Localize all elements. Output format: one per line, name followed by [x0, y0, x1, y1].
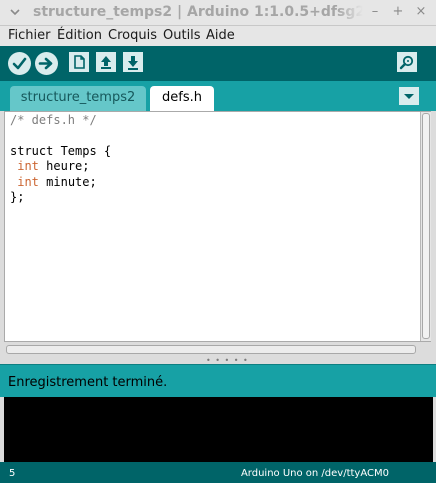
- horizontal-scrollbar[interactable]: [4, 343, 431, 356]
- maximize-button[interactable]: +: [389, 3, 407, 21]
- code-area: /* defs.h */ struct Temps { int heure; i…: [10, 113, 111, 205]
- code-line-3: struct Temps {: [10, 143, 112, 158]
- verify-icon: [12, 57, 27, 70]
- status-bar: Enregistrement terminé.: [0, 364, 436, 397]
- save-button[interactable]: [123, 52, 143, 72]
- new-button[interactable]: [69, 52, 89, 72]
- new-icon: [74, 55, 85, 69]
- split-divider[interactable]: • • • • •: [0, 356, 436, 365]
- window-menu-icon[interactable]: [6, 3, 24, 21]
- tab-menu-button[interactable]: [399, 87, 419, 105]
- vertical-scrollbar[interactable]: [420, 112, 431, 341]
- menu-bar: Fichier Édition Croquis Outils Aide: [0, 26, 436, 46]
- line-number: 5: [9, 468, 16, 479]
- open-icon: [101, 56, 111, 69]
- save-icon: [128, 56, 138, 70]
- code-line-5: minute;: [38, 174, 97, 189]
- code-line-6: };: [10, 190, 25, 205]
- horizontal-scroll-thumb[interactable]: [6, 345, 416, 354]
- close-button[interactable]: ×: [412, 3, 430, 21]
- board-info: Arduino Uno on /dev/ttyACM0: [240, 468, 389, 479]
- upload-button[interactable]: [35, 52, 58, 75]
- menu-croquis[interactable]: Croquis: [108, 28, 157, 43]
- toolbar: [0, 46, 436, 81]
- vertical-scroll-thumb[interactable]: [422, 113, 430, 339]
- tab-defs-h[interactable]: defs.h: [150, 86, 214, 111]
- upload-icon: [38, 57, 53, 70]
- tab-structure-temps2[interactable]: structure_temps2: [10, 86, 146, 111]
- code-line-1: /* defs.h */: [10, 113, 97, 127]
- serial-monitor-button[interactable]: [397, 52, 417, 72]
- tab-bar: structure_temps2 defs.h: [0, 81, 436, 111]
- code-keyword-int: int: [17, 174, 39, 189]
- menu-aide[interactable]: Aide: [206, 28, 235, 43]
- code-editor[interactable]: /* defs.h */ struct Temps { int heure; i…: [4, 111, 431, 342]
- serial-monitor-icon: [399, 55, 414, 70]
- menu-edition[interactable]: Édition: [57, 28, 102, 43]
- footer-bar: 5 Arduino Uno on /dev/ttyACM0: [0, 462, 436, 483]
- menu-fichier[interactable]: Fichier: [8, 28, 51, 43]
- chevron-down-icon: [404, 94, 414, 99]
- divider-grip-icon: • • • • •: [206, 356, 249, 365]
- window-title: structure_temps2 | Arduino 1:1.0.5+dfsg2…: [33, 4, 363, 20]
- code-line-4: heure;: [38, 159, 90, 174]
- minimize-button[interactable]: –: [366, 3, 384, 21]
- code-keyword-int: int: [17, 159, 39, 174]
- menu-outils[interactable]: Outils: [163, 28, 201, 43]
- verify-button[interactable]: [8, 52, 31, 75]
- title-bar: structure_temps2 | Arduino 1:1.0.5+dfsg2…: [0, 0, 436, 26]
- console-output[interactable]: [4, 397, 433, 462]
- status-message: Enregistrement terminé.: [8, 375, 168, 390]
- open-button[interactable]: [96, 52, 116, 72]
